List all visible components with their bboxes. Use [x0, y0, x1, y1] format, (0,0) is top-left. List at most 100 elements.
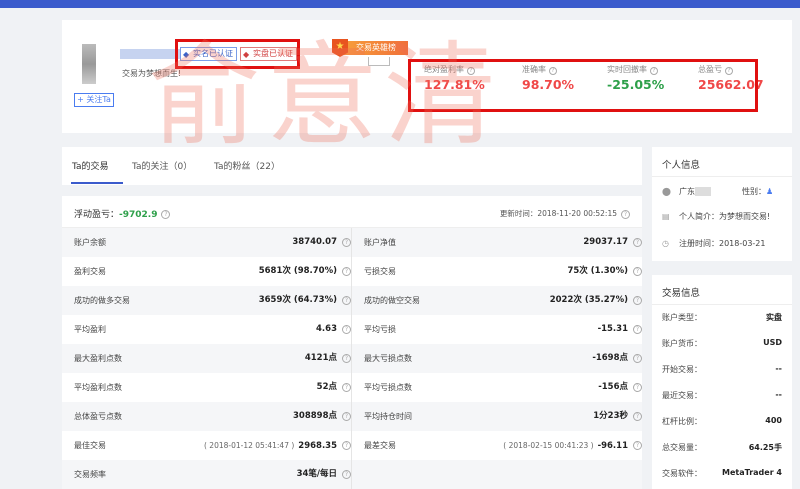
help-icon[interactable]: ? — [342, 383, 351, 392]
table-row: 最佳交易 ( 2018-01-12 05:41:47 ) 2968.35? 最差交易 (… — [62, 431, 642, 460]
username-blurred — [120, 49, 180, 59]
location-pin-icon: ⬤ — [662, 187, 671, 196]
gender-label: 性别： — [742, 187, 766, 196]
help-icon[interactable]: ? — [342, 354, 351, 363]
stat-value: -1698点 — [592, 344, 628, 373]
location-blurred — [695, 187, 711, 196]
hero-ranking-ribbon[interactable]: 交易英雄榜 — [338, 41, 408, 55]
stat-value-text: 1分23秒 — [593, 411, 628, 421]
stat-value-text: 34笔/每日 — [296, 469, 337, 479]
stat-value-text: 308898点 — [293, 411, 337, 421]
stat-value: -15.31 — [598, 315, 628, 344]
trade-info-value: -- — [775, 390, 782, 399]
help-icon[interactable]: ? — [342, 267, 351, 276]
stats-highlight-box — [408, 59, 758, 112]
table-cell: 平均持仓时间 1分23秒? — [352, 402, 642, 431]
stat-value-text: 29037.17 — [583, 237, 628, 247]
help-icon[interactable]: ? — [342, 238, 351, 247]
bio-line: ▤ 个人简介：为梦想而交易! — [662, 211, 770, 222]
trade-info-value: 实盘 — [766, 313, 782, 322]
table-cell — [352, 460, 642, 489]
table-cell: 成功的做多交易 3659次 (64.73%)? — [62, 286, 352, 315]
help-icon[interactable]: ? — [342, 325, 351, 334]
profile-card: 交易为梦想而生! + 关注Ta ◆ 实名已认证 ◆ 实盘已认证 交易英雄榜 ★ … — [62, 20, 792, 133]
stat-key: 平均盈利 — [74, 325, 106, 334]
stat-key: 最佳交易 — [74, 441, 106, 450]
stat-value: 75次 (1.30%) — [567, 257, 628, 286]
stat-key: 盈利交易 — [74, 267, 106, 276]
help-icon[interactable]: ? — [633, 354, 642, 363]
table-row: 成功的做多交易 3659次 (64.73%)? 成功的做空交易 2022次 (35.2… — [62, 286, 642, 315]
help-icon[interactable]: ? — [342, 412, 351, 421]
stat-value-text: 5681次 (98.70%) — [258, 266, 337, 276]
help-icon[interactable]: ? — [342, 470, 351, 479]
stat-key: 亏损交易 — [364, 267, 396, 276]
stat-key: 成功的做多交易 — [74, 296, 130, 305]
table-cell: 交易频率 34笔/每日? — [62, 460, 352, 489]
help-icon[interactable]: ? — [633, 441, 642, 450]
trade-info-key: 总交易量： — [662, 443, 702, 452]
trade-info-value: 64.25手 — [748, 443, 782, 452]
stat-key: 平均持仓时间 — [364, 412, 412, 421]
stat-key: 平均亏损点数 — [364, 383, 412, 392]
stat-value-text: 4121点 — [304, 353, 337, 363]
trade-info-card: 交易信息 账户类型： 实盘 账户货币： USD 开始交易： -- 最近交易： -- 杠杆比例： 4… — [652, 275, 792, 489]
personal-info-card: 个人信息 ⬤ 广东 性别：♟ ▤ 个人简介：为梦想而交易! ◷ 注册时间：2018-0… — [652, 147, 792, 261]
tab-followers[interactable]: Ta的粉丝（22） — [214, 159, 280, 172]
location-text: 广东 — [679, 187, 695, 196]
stat-key: 平均盈利点数 — [74, 383, 122, 392]
tab-trades[interactable]: Ta的交易 — [72, 159, 109, 172]
help-icon[interactable]: ? — [633, 267, 642, 276]
help-icon[interactable]: ? — [621, 209, 630, 219]
trade-info-key: 开始交易： — [662, 365, 702, 374]
stat-value-text: 4.63 — [316, 324, 337, 334]
stat-value: -156点 — [598, 373, 628, 402]
help-icon[interactable]: ? — [633, 325, 642, 334]
help-icon[interactable]: ? — [633, 296, 642, 305]
table-row: 账户余额 38740.07? 账户净值 29037.17? — [62, 228, 642, 257]
register-text: 注册时间：2018-03-21 — [679, 239, 766, 248]
update-time-text: 更新时间：2018-11-20 00:52:15 — [499, 209, 617, 218]
help-icon[interactable]: ? — [161, 210, 171, 219]
table-cell: 平均盈利点数 52点? — [62, 373, 352, 402]
table-cell: 最大亏损点数 -1698点? — [352, 344, 642, 373]
stat-key: 账户净值 — [364, 238, 396, 247]
table-cell: 账户余额 38740.07? — [62, 228, 352, 257]
stat-value-text: 38740.07 — [292, 237, 337, 247]
stat-value: 4121点 — [305, 344, 337, 373]
tab-following[interactable]: Ta的关注（0） — [132, 159, 192, 172]
help-icon[interactable]: ? — [633, 412, 642, 421]
stat-value-text: 2022次 (35.27%) — [549, 295, 628, 305]
ribbon-tail — [368, 57, 390, 66]
help-icon[interactable]: ? — [633, 383, 642, 392]
stat-value-text: -1698点 — [592, 353, 628, 363]
help-icon[interactable]: ? — [633, 238, 642, 247]
follow-button[interactable]: + 关注Ta — [74, 93, 114, 107]
stat-key: 最大盈利点数 — [74, 354, 122, 363]
stat-value: 38740.07 — [292, 228, 337, 257]
table-cell: 账户净值 29037.17? — [352, 228, 642, 257]
trade-info-key: 杠杆比例： — [662, 417, 702, 426]
stat-value: 3659次 (64.73%) — [259, 286, 337, 315]
trade-info-value: 400 — [765, 416, 782, 425]
verification-highlight-box — [175, 39, 300, 69]
divider — [652, 176, 792, 177]
table-row: 盈利交易 5681次 (98.70%)? 亏损交易 75次 (1.30%)? — [62, 257, 642, 286]
table-cell: 盈利交易 5681次 (98.70%)? — [62, 257, 352, 286]
stat-key: 最差交易 — [364, 441, 396, 450]
stat-key: 平均亏损 — [364, 325, 396, 334]
register-line: ◷ 注册时间：2018-03-21 — [662, 238, 766, 249]
stat-value: 2022次 (35.27%) — [550, 286, 628, 315]
stat-value: 5681次 (98.70%) — [259, 257, 337, 286]
stat-value: 308898点 — [293, 402, 337, 431]
table-cell: 总体盈亏点数 308898点? — [62, 402, 352, 431]
table-row: 交易频率 34笔/每日? — [62, 460, 642, 489]
avatar[interactable] — [82, 44, 96, 84]
help-icon[interactable]: ? — [342, 441, 351, 450]
table-cell: 成功的做空交易 2022次 (35.27%)? — [352, 286, 642, 315]
help-icon[interactable]: ? — [342, 296, 351, 305]
stat-value-text: 52点 — [316, 382, 337, 392]
trade-stats-header: 浮动盈亏：-9702.9? 更新时间：2018-11-20 00:52:15? — [62, 196, 642, 228]
trade-info-title: 交易信息 — [662, 288, 701, 299]
stat-key: 总体盈亏点数 — [74, 412, 122, 421]
